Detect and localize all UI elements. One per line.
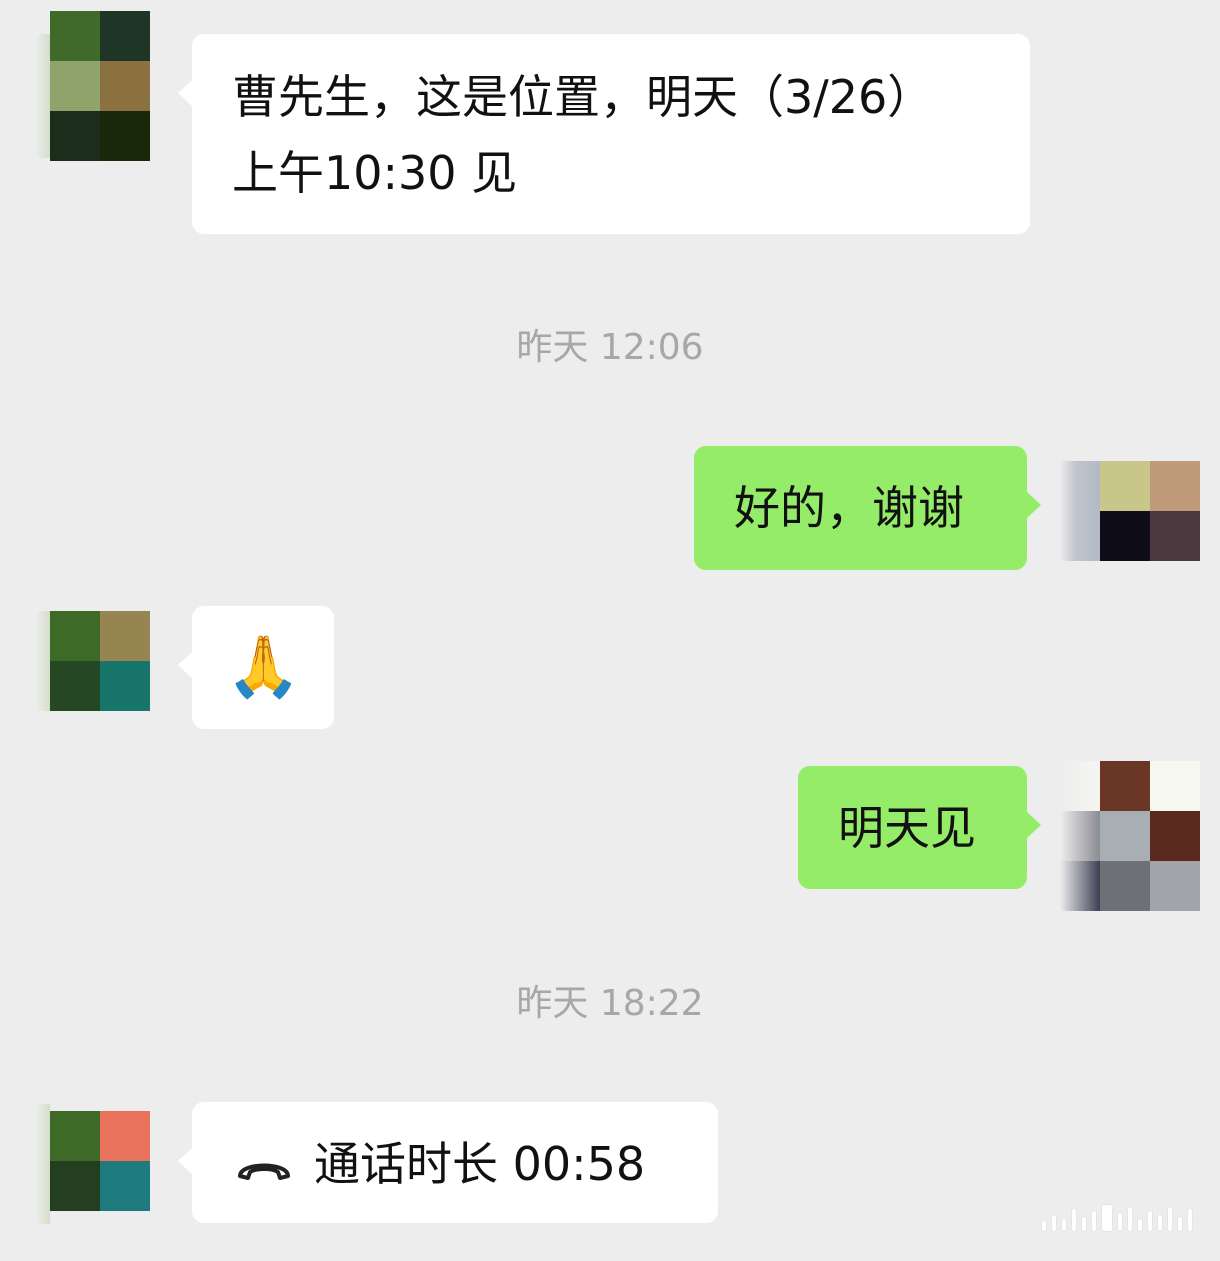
contact-avatar[interactable]: [50, 1111, 150, 1211]
message-text: 好的，谢谢: [734, 481, 964, 535]
timestamp: 昨天 18:22: [516, 983, 704, 1024]
message-bubble-incoming[interactable]: 曹先生，这是位置，明天（3/26） 上午10:30 见: [178, 34, 1030, 234]
message-bubble-outgoing[interactable]: 明天见: [798, 766, 1041, 889]
timestamp: 昨天 12:06: [516, 327, 704, 368]
avatar-edge: [36, 34, 50, 158]
watermark: [1042, 1205, 1192, 1231]
contact-avatar[interactable]: [50, 11, 150, 161]
avatar-edge: [36, 611, 50, 711]
phone-hangup-icon: [234, 1130, 294, 1206]
my-avatar-edge: [1060, 461, 1100, 561]
message-text: 曹先生，这是位置，明天（3/26） 上午10:30 见: [232, 70, 934, 200]
my-avatar[interactable]: [1100, 461, 1200, 561]
my-avatar[interactable]: [1060, 761, 1200, 911]
contact-avatar[interactable]: [50, 611, 150, 711]
avatar-edge: [36, 1104, 50, 1224]
message-bubble-outgoing[interactable]: 好的，谢谢: [694, 446, 1041, 570]
call-record-bubble[interactable]: 通话时长 00:58: [178, 1102, 718, 1223]
folded-hands-emoji: 🙏: [226, 632, 301, 702]
call-duration-label: 通话时长 00:58: [314, 1137, 646, 1191]
message-bubble-incoming[interactable]: 🙏: [178, 606, 334, 729]
message-text: 明天见: [838, 801, 976, 855]
